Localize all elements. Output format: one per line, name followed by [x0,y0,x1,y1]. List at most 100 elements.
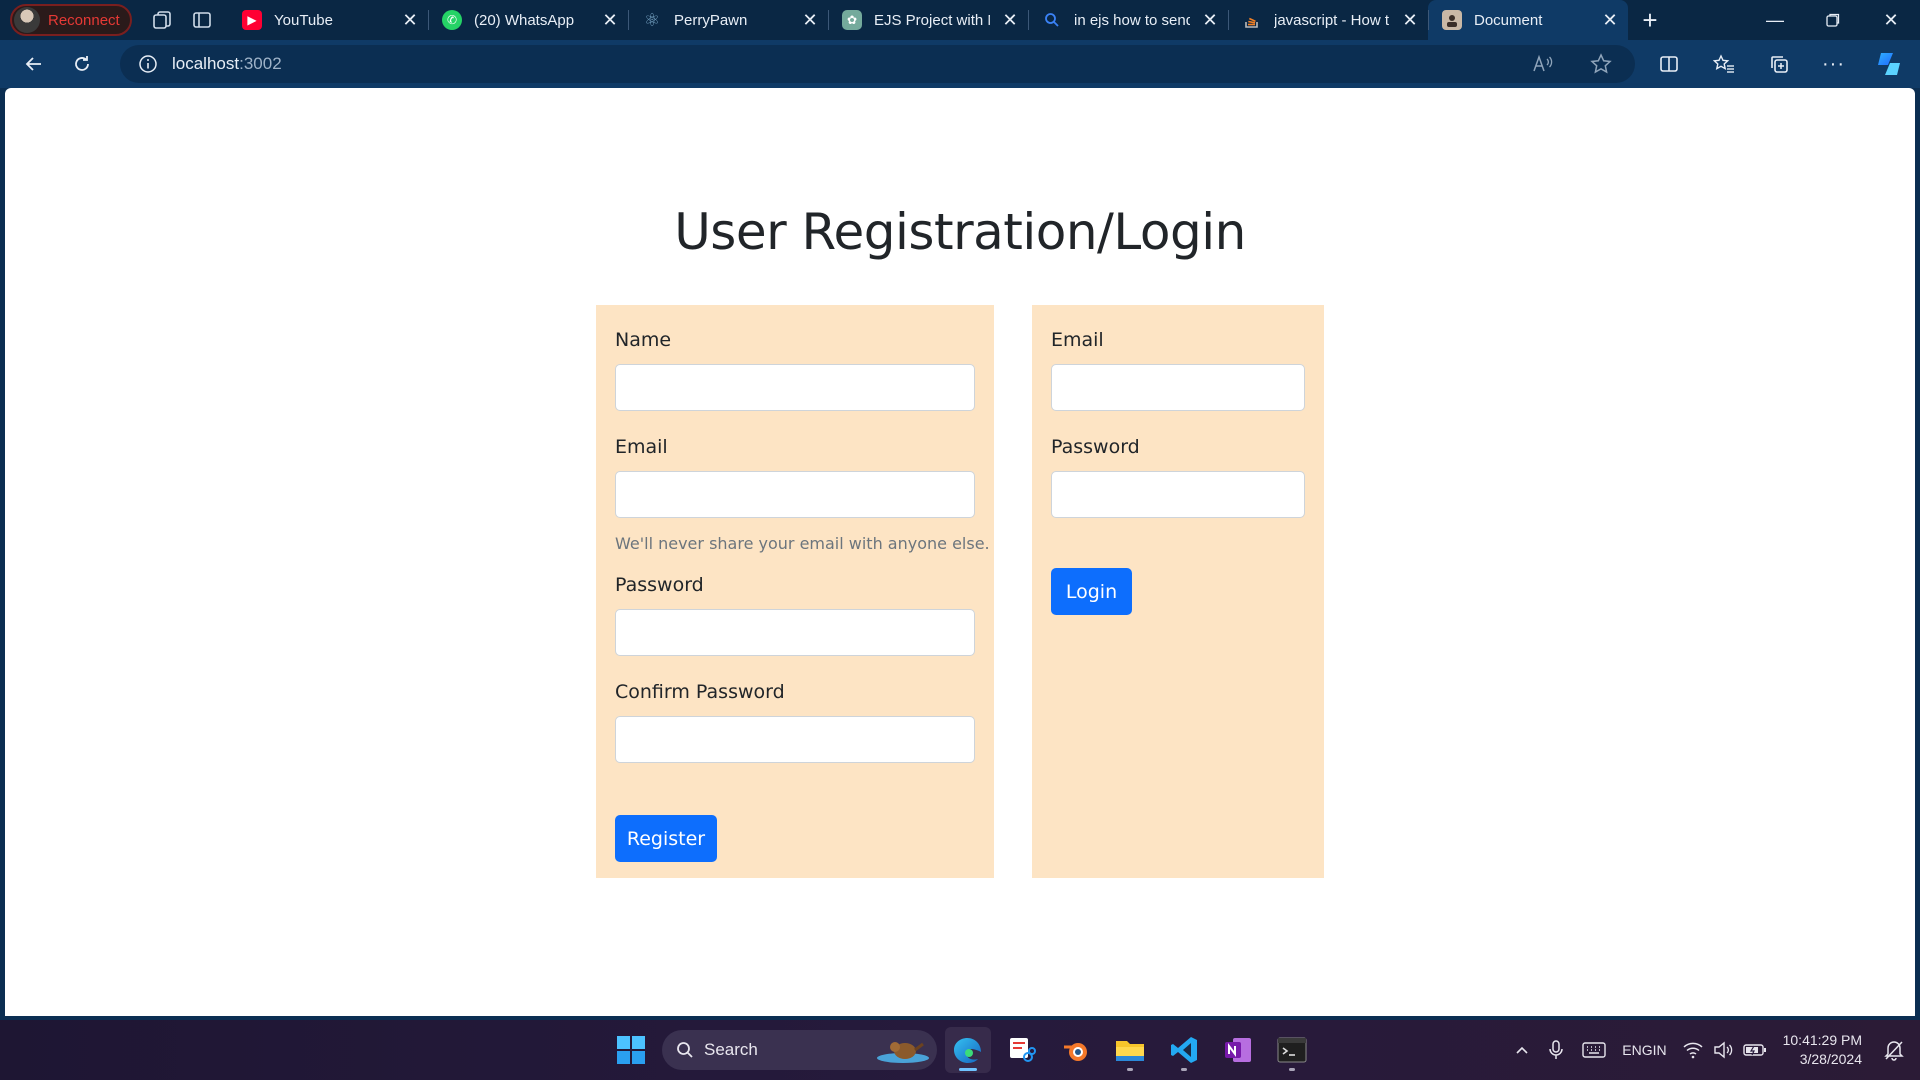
tab-title: PerryPawn [674,11,748,29]
workspaces-button[interactable] [142,2,182,38]
quick-settings-button[interactable] [1675,1020,1775,1080]
password-input[interactable] [615,609,975,656]
collections-button[interactable] [1751,44,1806,84]
tab-whatsapp[interactable]: ✆ (20) WhatsApp ✕ [428,0,628,40]
date-text: 3/28/2024 [1799,1051,1862,1067]
taskbar-file-explorer[interactable] [1107,1027,1153,1073]
windows-start-icon [617,1036,645,1064]
email-input[interactable] [615,471,975,518]
search-icon [1042,10,1062,30]
site-info-icon[interactable] [138,54,158,74]
taskbar-terminal[interactable] [1269,1027,1315,1073]
taskbar-edge[interactable] [945,1027,991,1073]
notifications-button[interactable] [1876,1020,1920,1080]
tab-ejs-project[interactable]: ✿ EJS Project with M ✕ [828,0,1028,40]
active-indicator [959,1068,977,1071]
close-icon[interactable]: ✕ [402,10,418,31]
vertical-tabs-icon [193,12,211,28]
login-email-input[interactable] [1051,364,1305,411]
vscode-icon [1171,1037,1197,1063]
favorite-button[interactable] [1577,44,1625,84]
login-password-input[interactable] [1051,471,1305,518]
confirm-password-label: Confirm Password [615,681,785,703]
chatgpt-icon: ✿ [842,10,862,30]
back-button[interactable] [10,44,58,84]
start-button[interactable] [608,1027,654,1073]
stackoverflow-icon [1242,10,1262,30]
password-label: Password [615,574,704,596]
url-text: localhost:3002 [172,54,282,74]
browser-tab-strip: Reconnect ▶ YouTube ✕ ✆ (20) WhatsApp ✕ … [0,0,1920,40]
whatsapp-icon: ✆ [442,10,462,30]
tab-list: ▶ YouTube ✕ ✆ (20) WhatsApp ✕ ⚛ PerryPaw… [228,0,1672,40]
input-language-button[interactable]: ENG IN [1614,1020,1674,1080]
registration-form: Name Email We'll never share your email … [596,305,994,878]
collections-icon [1770,56,1788,73]
touch-keyboard-button[interactable] [1574,1020,1614,1080]
taskbar-snipping-tool[interactable] [999,1027,1045,1073]
wifi-icon [1683,1042,1703,1059]
copilot-button[interactable] [1861,44,1916,84]
close-icon[interactable]: ✕ [602,10,618,31]
avatar [14,7,40,33]
new-tab-button[interactable]: + [1628,0,1672,40]
search-highlight-illustration [877,1042,929,1063]
show-hidden-icons-button[interactable] [1506,1020,1538,1080]
password-label: Password [1051,436,1140,458]
read-aloud-button[interactable] [1519,44,1567,84]
microphone-button[interactable] [1538,1020,1574,1080]
search-icon [677,1042,693,1058]
keyboard-icon [1582,1042,1606,1058]
favorites-button[interactable] [1696,44,1751,84]
email-help-text: We'll never share your email with anyone… [615,534,990,553]
tab-title: EJS Project with M [874,11,990,29]
close-icon[interactable]: ✕ [1202,10,1218,31]
react-icon: ⚛ [643,9,661,30]
restore-button[interactable] [1804,0,1862,40]
address-bar[interactable]: localhost:3002 [120,45,1635,83]
close-icon[interactable]: ✕ [802,10,818,31]
login-form: Email Password Login [1032,305,1324,878]
clock[interactable]: 10:41:29 PM 3/28/2024 [1775,1020,1876,1080]
profile-button[interactable]: Reconnect [10,4,132,36]
taskbar-onenote[interactable] [1215,1027,1261,1073]
snipping-tool-icon [1010,1038,1036,1062]
page-title: User Registration/Login [674,203,1246,261]
tab-perrypawn[interactable]: ⚛ PerryPawn ✕ [628,0,828,40]
time-text: 10:41:29 PM [1782,1032,1862,1048]
refresh-icon [75,56,89,71]
tab-youtube[interactable]: ▶ YouTube ✕ [228,0,428,40]
file-explorer-icon [1116,1041,1144,1061]
close-icon[interactable]: ✕ [1402,10,1418,31]
more-options-button[interactable]: ··· [1806,44,1861,84]
tab-search[interactable]: in ejs how to send ✕ [1028,0,1228,40]
tab-actions-button[interactable] [182,2,222,38]
email-label: Email [615,436,668,458]
minimize-button[interactable]: — [1746,0,1804,40]
taskbar-search[interactable]: Search [662,1030,937,1070]
volume-icon [1713,1041,1732,1059]
youtube-icon: ▶ [242,10,262,30]
taskbar-blender[interactable] [1053,1027,1099,1073]
taskbar-vscode[interactable] [1161,1027,1207,1073]
close-icon[interactable]: ✕ [1002,10,1018,31]
star-icon [1590,53,1612,74]
minimize-icon: — [1766,9,1784,30]
notification-bell-icon [1884,1041,1904,1061]
name-input[interactable] [615,364,975,411]
refresh-button[interactable] [58,44,106,84]
onenote-icon [1225,1038,1251,1062]
split-screen-icon [1659,56,1678,72]
close-icon: ✕ [1883,9,1899,30]
document-icon [1442,10,1462,30]
confirm-password-input[interactable] [615,716,975,763]
register-button[interactable]: Register [615,815,717,862]
split-screen-button[interactable] [1641,44,1696,84]
tab-stackoverflow[interactable]: javascript - How t ✕ [1228,0,1428,40]
profile-label: Reconnect [48,11,120,29]
login-button[interactable]: Login [1051,568,1132,615]
close-window-button[interactable]: ✕ [1862,0,1920,40]
url-host: localhost [172,54,240,73]
tab-document[interactable]: Document ✕ [1428,0,1628,40]
close-icon[interactable]: ✕ [1602,10,1618,31]
